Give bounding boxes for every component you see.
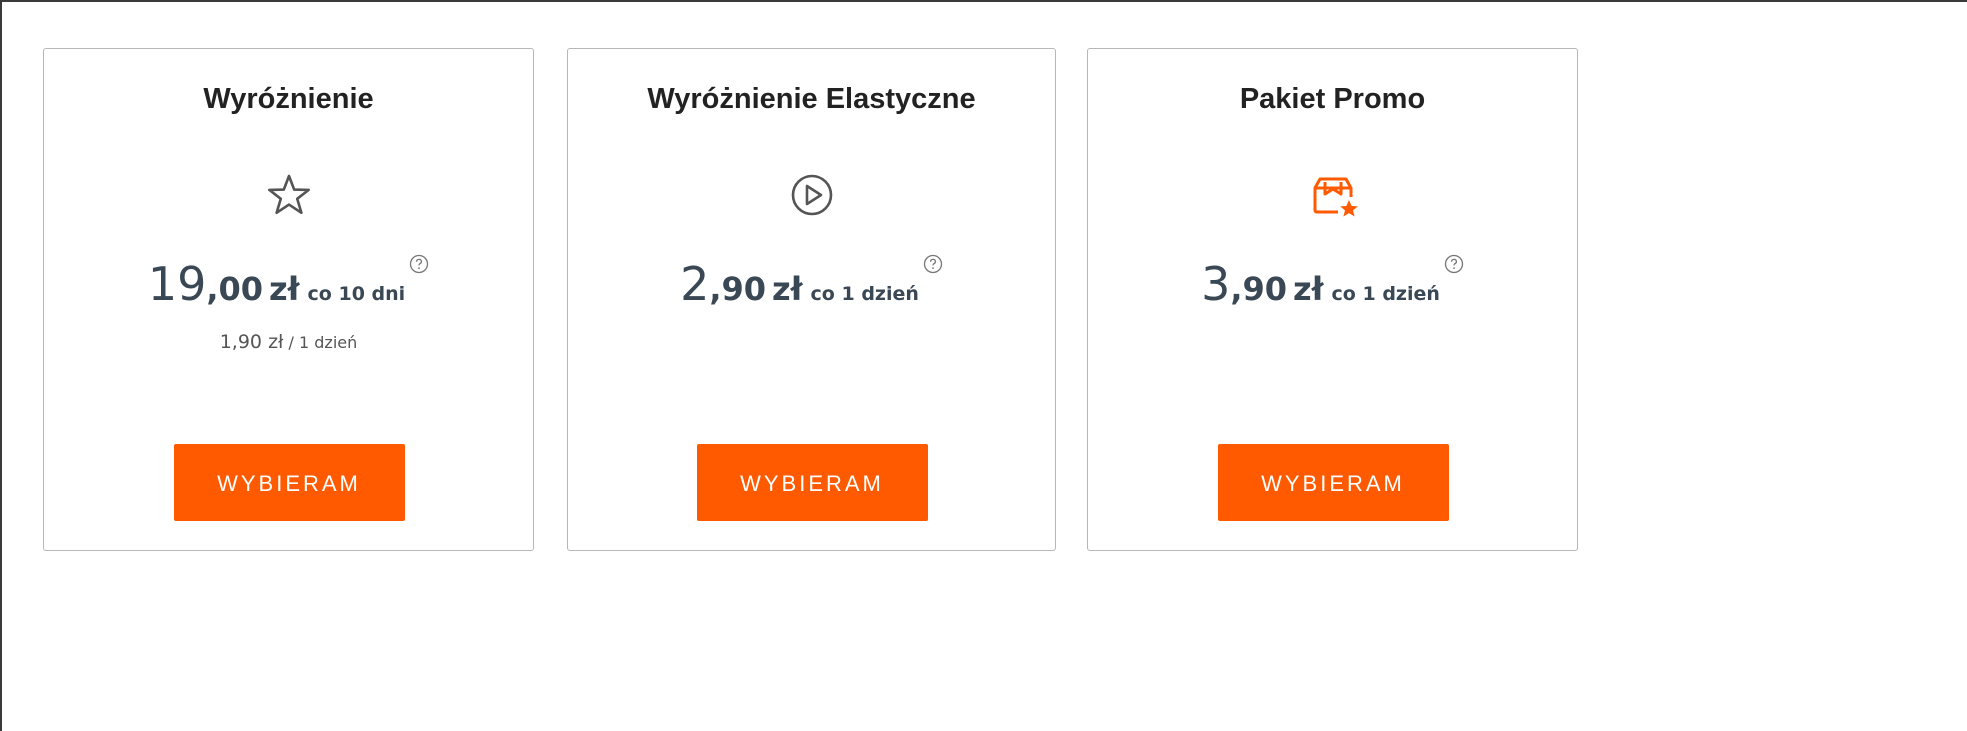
select-button[interactable]: WYBIERAM	[696, 444, 928, 521]
select-button[interactable]: WYBIERAM	[1217, 444, 1449, 521]
offer-card-wyroznienie-elastyczne: Wyróżnienie Elastyczne 2,90 zł co 1 dzień …	[567, 48, 1056, 551]
star-outline-icon	[261, 167, 317, 223]
offer-card-pakiet-promo: Pakiet Promo 3,90 zł co 1 dzień WYBIERAM	[1087, 48, 1578, 551]
price-integer: 3	[1201, 257, 1231, 311]
currency: zł	[772, 270, 803, 308]
offer-card-wyroznienie: Wyróżnienie 19,00 zł co 10 dni 1,90 zł / 1…	[43, 48, 534, 551]
offer-title: Wyróżnienie	[203, 83, 374, 115]
price-decimal: ,00	[206, 270, 264, 308]
price-period: co 1 dzień	[1331, 283, 1440, 305]
offers-panel: Wyróżnienie 19,00 zł co 10 dni 1,90 zł / 1…	[0, 0, 1967, 731]
price-decimal: ,90	[1230, 270, 1288, 308]
price-period: co 1 dzień	[810, 283, 919, 305]
price-integer: 19	[147, 257, 207, 311]
play-circle-icon	[784, 167, 840, 223]
price: 19,00 zł co 10 dni	[44, 254, 533, 311]
daily-price-period: / 1 dzień	[288, 333, 358, 352]
price: 3,90 zł co 1 dzień	[1088, 254, 1577, 311]
daily-price: 1,90 zł / 1 dzień	[44, 331, 533, 353]
offer-title: Pakiet Promo	[1239, 83, 1426, 115]
promo-package-icon	[1305, 167, 1361, 223]
help-icon[interactable]	[923, 254, 943, 274]
price-integer: 2	[680, 257, 710, 311]
price-decimal: ,90	[709, 270, 767, 308]
price: 2,90 zł co 1 dzień	[568, 254, 1055, 311]
daily-price-value: 1,90 zł	[219, 331, 284, 353]
offer-title: Wyróżnienie Elastyczne	[647, 83, 976, 115]
currency: zł	[269, 270, 300, 308]
select-button[interactable]: WYBIERAM	[173, 444, 405, 521]
help-icon[interactable]	[409, 254, 429, 274]
help-icon[interactable]	[1444, 254, 1464, 274]
currency: zł	[1293, 270, 1324, 308]
price-period: co 10 dni	[307, 283, 406, 305]
